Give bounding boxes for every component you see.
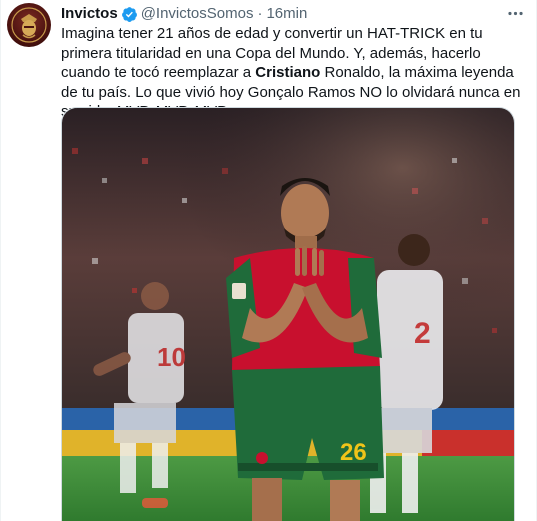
author-handle[interactable]: @InvictosSomos — [141, 4, 254, 24]
tweet-timestamp[interactable]: 16min — [266, 4, 307, 24]
verified-badge-icon — [121, 6, 137, 22]
tweet-text-bold: Cristiano — [255, 64, 321, 81]
tweet-photo[interactable]: 10 2 26 — [61, 107, 515, 521]
football-celebration-image: 10 2 26 — [62, 108, 514, 521]
tweet-header: Invictos @InvictosSomos · 16min — [61, 4, 526, 24]
player-number: 26 — [340, 439, 367, 466]
opponent-number-left: 10 — [157, 342, 186, 372]
more-horizontal-icon[interactable] — [504, 2, 526, 24]
author-name[interactable]: Invictos — [61, 4, 118, 24]
tweet-card[interactable]: Invictos @InvictosSomos · 16min Imagina … — [0, 0, 537, 521]
avatar-logo-icon — [11, 7, 47, 43]
author-avatar[interactable] — [7, 3, 51, 47]
opponent-number-right: 2 — [414, 317, 431, 350]
separator-dot: · — [257, 5, 263, 22]
